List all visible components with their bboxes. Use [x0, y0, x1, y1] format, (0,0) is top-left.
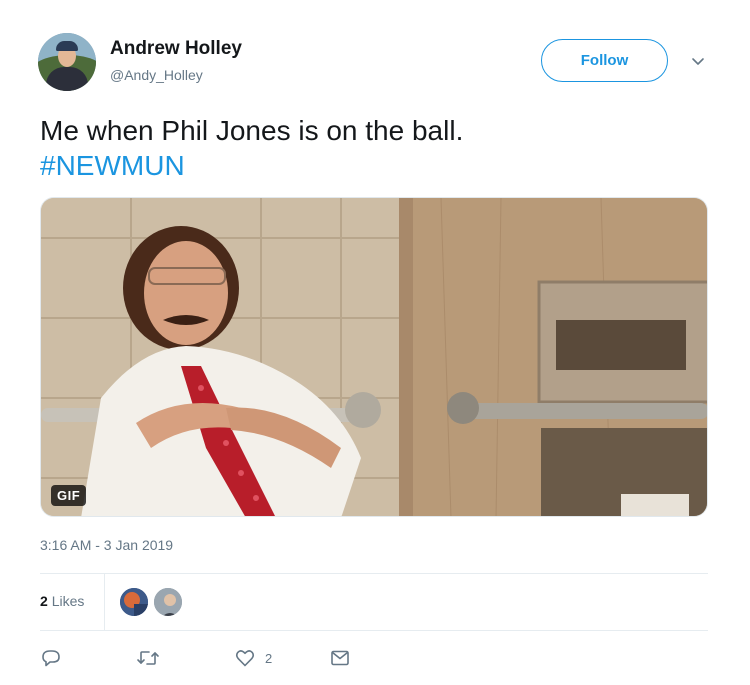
- chevron-down-icon[interactable]: [688, 51, 708, 71]
- follow-button[interactable]: Follow: [541, 39, 668, 82]
- liker-avatar[interactable]: [118, 586, 150, 618]
- likes-count: 2: [40, 593, 48, 609]
- message-icon[interactable]: [329, 645, 351, 671]
- likes-row: 2 Likes: [40, 574, 708, 630]
- hashtag-link[interactable]: #NEWMUN: [40, 148, 463, 183]
- tweet-header: Andrew Holley @Andy_Holley Follow: [38, 33, 710, 93]
- action-bar: 2: [40, 645, 370, 675]
- likes-count-link[interactable]: 2 Likes: [40, 593, 84, 609]
- tweet-timestamp[interactable]: 3:16 AM - 3 Jan 2019: [40, 537, 173, 553]
- like-button[interactable]: 2: [234, 645, 272, 671]
- tweet-body: Me when Phil Jones is on the ball.: [40, 115, 464, 146]
- author-info[interactable]: Andrew Holley @Andy_Holley: [110, 37, 242, 85]
- heart-icon: [235, 650, 255, 667]
- user-handle[interactable]: @Andy_Holley: [110, 65, 242, 85]
- gif-badge: GIF: [51, 485, 87, 506]
- reply-icon[interactable]: [40, 645, 62, 671]
- tweet-text: Me when Phil Jones is on the ball. #NEWM…: [40, 113, 463, 183]
- tweet-card: Andrew Holley @Andy_Holley Follow Me whe…: [0, 0, 750, 685]
- display-name[interactable]: Andrew Holley: [110, 37, 242, 61]
- likes-label: Likes: [51, 593, 85, 609]
- liker-avatar[interactable]: [152, 586, 184, 618]
- gif-image: [41, 198, 707, 516]
- divider: [40, 630, 708, 631]
- like-count: 2: [265, 650, 273, 666]
- gif-media[interactable]: GIF: [40, 197, 708, 517]
- likes-separator: [104, 574, 105, 630]
- avatar[interactable]: [38, 33, 96, 91]
- retweet-icon[interactable]: [136, 645, 160, 671]
